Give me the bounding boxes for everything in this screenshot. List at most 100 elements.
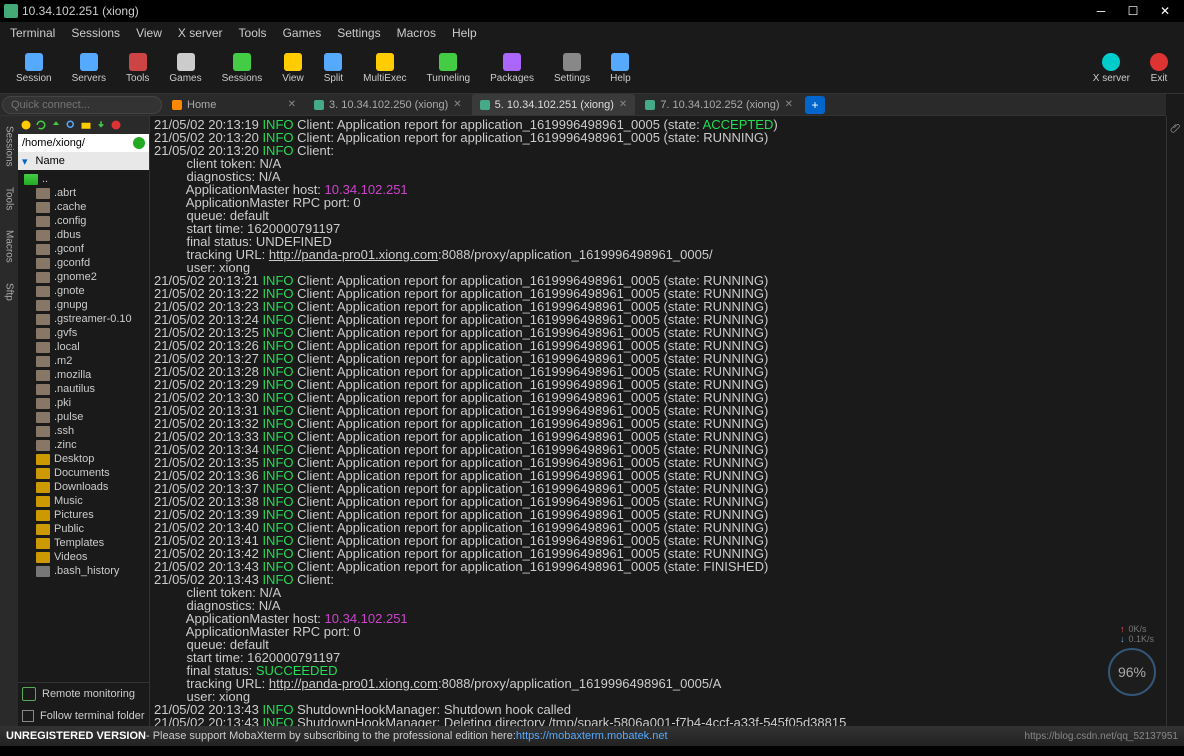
folder-icon [36, 370, 50, 381]
remote-monitoring-label: Remote monitoring [42, 688, 135, 700]
file-item[interactable]: .gvfs [18, 326, 149, 340]
tool-settings[interactable]: Settings [544, 51, 600, 86]
menu-view[interactable]: View [128, 26, 170, 40]
delete-icon[interactable] [110, 119, 122, 131]
follow-terminal-toggle[interactable]: Follow terminal folder [18, 705, 149, 727]
file-item[interactable]: .gconf [18, 242, 149, 256]
folder-icon [36, 412, 50, 423]
file-item[interactable]: Downloads [18, 480, 149, 494]
file-item[interactable]: .gconfd [18, 256, 149, 270]
file-item[interactable]: .. [18, 172, 149, 186]
file-item[interactable]: .m2 [18, 354, 149, 368]
menu-tools[interactable]: Tools [231, 26, 275, 40]
sidebar-path[interactable]: /home/xiong/ [18, 134, 149, 152]
menu-settings[interactable]: Settings [329, 26, 388, 40]
tool-exit[interactable]: Exit [1140, 51, 1178, 86]
name-column-label: Name [36, 155, 65, 167]
file-item[interactable]: .cache [18, 200, 149, 214]
sidebar-column-header[interactable]: ▾ Name [18, 152, 149, 170]
file-item[interactable]: .gstreamer-0.10 [18, 312, 149, 326]
file-item[interactable]: .dbus [18, 228, 149, 242]
checkbox-icon[interactable] [22, 710, 34, 722]
terminal-output[interactable]: 21/05/02 20:13:19 INFO Client: Applicati… [150, 116, 1166, 726]
tool-split[interactable]: Split [314, 51, 353, 86]
tool-tools[interactable]: Tools [116, 51, 159, 86]
left-tab-tools[interactable]: Tools [4, 181, 15, 216]
paperclip-icon[interactable] [1170, 122, 1182, 134]
folder-icon [36, 272, 50, 283]
file-item[interactable]: .gnupg [18, 298, 149, 312]
tab-close-icon[interactable]: ✕ [453, 99, 461, 110]
quick-connect-input[interactable] [2, 96, 162, 114]
folder-icon [36, 468, 50, 479]
tunneling-icon [439, 53, 457, 71]
tab-home[interactable]: Home✕ [164, 94, 304, 115]
file-item[interactable]: .abrt [18, 186, 149, 200]
maximize-button[interactable]: ☐ [1126, 4, 1140, 18]
download-icon[interactable] [95, 119, 107, 131]
file-item[interactable]: .nautilus [18, 382, 149, 396]
tab-71034102252xiong[interactable]: 7. 10.34.102.252 (xiong)✕ [637, 94, 801, 115]
tool-packages[interactable]: Packages [480, 51, 544, 86]
tool-session[interactable]: Session [6, 51, 62, 86]
file-item[interactable]: Templates [18, 536, 149, 550]
tab-close-icon[interactable]: ✕ [785, 99, 793, 110]
new-folder-icon[interactable] [80, 119, 92, 131]
menu-terminal[interactable]: Terminal [2, 26, 63, 40]
file-item[interactable]: .gnome2 [18, 270, 149, 284]
left-tab-sftp[interactable]: Sftp [4, 277, 15, 307]
tool-games[interactable]: Games [159, 51, 211, 86]
folder-icon [36, 300, 50, 311]
file-item[interactable]: .bash_history [18, 564, 149, 578]
remote-monitoring-toggle[interactable]: Remote monitoring [18, 683, 149, 705]
status-link[interactable]: https://mobaxterm.mobatek.net [516, 730, 668, 742]
file-item[interactable]: Desktop [18, 452, 149, 466]
left-tab-sessions[interactable]: Sessions [4, 120, 15, 173]
path-text: /home/xiong/ [22, 137, 85, 149]
file-item[interactable]: .pki [18, 396, 149, 410]
tab-31034102250xiong[interactable]: 3. 10.34.102.250 (xiong)✕ [306, 94, 470, 115]
file-item[interactable]: Pictures [18, 508, 149, 522]
tab-close-icon[interactable]: ✕ [288, 99, 296, 110]
close-button[interactable]: ✕ [1158, 4, 1172, 18]
folder-icon [36, 384, 50, 395]
tab-add-button[interactable]: + [805, 96, 825, 114]
menu-sessions[interactable]: Sessions [63, 26, 128, 40]
menu-xserver[interactable]: X server [170, 26, 231, 40]
tab-close-icon[interactable]: ✕ [619, 99, 627, 110]
search-icon[interactable] [65, 119, 77, 131]
exit-icon [1150, 53, 1168, 71]
tool-multiexec[interactable]: MultiExec [353, 51, 416, 86]
tool-sessions[interactable]: Sessions [212, 51, 273, 86]
tool-tunneling[interactable]: Tunneling [417, 51, 481, 86]
tool-xserver[interactable]: X server [1083, 51, 1140, 86]
file-item[interactable]: Public [18, 522, 149, 536]
folder-icon [36, 230, 50, 241]
menu-macros[interactable]: Macros [389, 26, 444, 40]
tool-servers[interactable]: Servers [62, 51, 116, 86]
file-item[interactable]: Videos [18, 550, 149, 564]
tool-view[interactable]: View [272, 51, 314, 86]
file-item[interactable]: .mozilla [18, 368, 149, 382]
menu-games[interactable]: Games [275, 26, 330, 40]
menu-help[interactable]: Help [444, 26, 485, 40]
file-item[interactable]: .ssh [18, 424, 149, 438]
left-tab-macros[interactable]: Macros [4, 224, 15, 269]
file-item[interactable]: Documents [18, 466, 149, 480]
file-item[interactable]: .config [18, 214, 149, 228]
status-right: https://blog.csdn.net/qq_52137951 [1025, 731, 1178, 742]
folder-icon [36, 328, 50, 339]
tab-51034102251xiong[interactable]: 5. 10.34.102.251 (xiong)✕ [472, 94, 636, 115]
file-item[interactable]: .local [18, 340, 149, 354]
file-item[interactable]: .pulse [18, 410, 149, 424]
file-item[interactable]: .zinc [18, 438, 149, 452]
file-tree[interactable]: ...abrt.cache.config.dbus.gconf.gconfd.g… [18, 170, 149, 682]
tool-help[interactable]: Help [600, 51, 641, 86]
globe-icon[interactable] [20, 119, 32, 131]
minimize-button[interactable]: ─ [1094, 4, 1108, 18]
refresh-icon[interactable] [35, 119, 47, 131]
tab-icon [480, 100, 490, 110]
file-item[interactable]: .gnote [18, 284, 149, 298]
up-icon[interactable] [50, 119, 62, 131]
file-item[interactable]: Music [18, 494, 149, 508]
